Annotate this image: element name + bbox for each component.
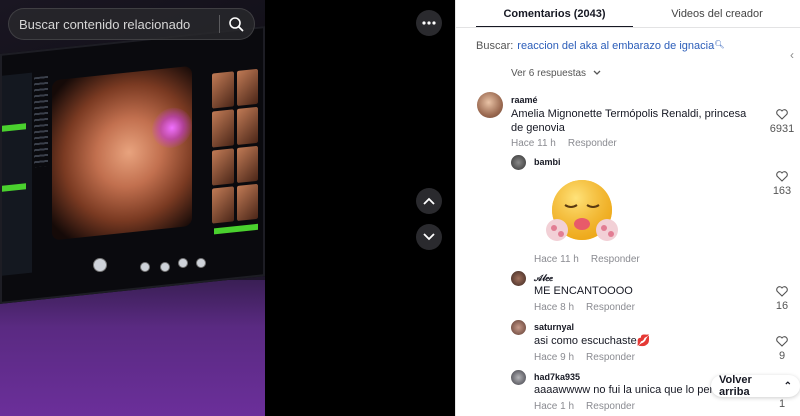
comment-text: ME ENCANTOOOO [534, 285, 633, 297]
like-button[interactable]: 6931 [767, 109, 797, 135]
comment-username[interactable]: saturnyal [534, 322, 574, 332]
reply-button[interactable]: Responder [586, 352, 635, 363]
reply-button[interactable]: Responder [586, 401, 635, 412]
reply-button[interactable]: Responder [568, 138, 617, 149]
chevron-left-icon[interactable]: ‹ [790, 48, 794, 62]
chevron-down-icon [593, 70, 601, 76]
tab-comments[interactable]: Comentarios (2043) [476, 0, 633, 28]
search-suggestion-prefix: Buscar: [476, 40, 514, 52]
more-options-button[interactable] [416, 10, 442, 36]
heart-icon [776, 336, 788, 347]
chevron-down-icon [423, 233, 435, 241]
comments-panel: Comentarios (2043) Videos del creador Bu… [455, 0, 800, 416]
tab-creator-videos[interactable]: Videos del creador [633, 0, 800, 28]
comment-text: aaaawwww no fui la unica que lo pen [534, 384, 716, 396]
avatar[interactable] [511, 155, 526, 170]
search-icon[interactable] [228, 16, 244, 32]
arrow-up-icon: ⌃ [783, 380, 792, 392]
like-count: 9 [778, 350, 786, 362]
comment-time: Hace 11 h [534, 254, 579, 265]
like-button[interactable]: 163 [767, 171, 797, 197]
comment-username[interactable]: 𝒜𝓁𝑒𝑒 [534, 273, 553, 284]
comment-username[interactable]: bambi [534, 157, 561, 167]
video-area: Buscar contenido relacionado [0, 0, 455, 416]
like-count: 163 [772, 185, 792, 197]
like-count: 1 [778, 398, 786, 410]
avatar[interactable] [511, 320, 526, 335]
comment-meta: Hace 11 h Responder [534, 254, 640, 265]
more-horizontal-icon [422, 21, 436, 25]
reply-button[interactable]: Responder [586, 302, 635, 313]
search-suggestion-query[interactable]: reaccion del aka al embarazo de ignacia [517, 40, 714, 52]
reply-button[interactable]: Responder [591, 254, 640, 265]
previous-video-button[interactable] [416, 188, 442, 214]
back-to-top-label: Volver arriba [719, 374, 752, 398]
related-search-placeholder: Buscar contenido relacionado [19, 16, 191, 32]
view-replies-label: Ver 6 respuestas [511, 68, 587, 79]
search-suggestion[interactable]: Buscar: reaccion del aka al embarazo de i… [476, 40, 724, 52]
panel-tabs: Comentarios (2043) Videos del creador [456, 0, 800, 28]
like-count: 16 [775, 300, 789, 312]
heart-icon [776, 286, 788, 297]
next-video-button[interactable] [416, 224, 442, 250]
comment-username[interactable]: raamé [511, 95, 538, 105]
comment-time: Hace 8 h [534, 302, 575, 313]
comment-time: Hace 9 h [534, 352, 575, 363]
crying-emoji-sticker [546, 180, 618, 241]
like-button[interactable]: 16 [767, 286, 797, 312]
comment-username[interactable]: had7ka935 [534, 372, 580, 382]
avatar[interactable] [511, 370, 526, 385]
comment-text: asi como escuchaste💋 [534, 335, 651, 347]
like-count: 6931 [769, 123, 795, 135]
heart-icon [776, 171, 788, 182]
ultrasound-3d-image [52, 65, 192, 241]
comment-text: Amelia Mignonette Termópolis Renaldi, pr… [511, 108, 747, 134]
comment-meta: Hace 11 h Responder [511, 138, 617, 149]
search-small-icon: 🔍︎ [714, 40, 725, 49]
comment-meta: Hace 9 h Responder [534, 352, 635, 363]
video-player[interactable] [0, 0, 265, 416]
back-to-top-button[interactable]: Volver arriba ⌃ [711, 374, 800, 398]
like-button[interactable]: 9 [767, 336, 797, 362]
ultrasound-monitor-image [0, 26, 265, 304]
avatar[interactable] [477, 92, 503, 118]
chevron-up-icon [423, 197, 435, 205]
heart-icon [776, 109, 788, 120]
avatar[interactable] [511, 271, 526, 286]
comment-time: Hace 1 h [534, 401, 575, 412]
comment-meta: Hace 1 h Responder [534, 401, 635, 412]
related-search-input[interactable]: Buscar contenido relacionado [8, 8, 255, 40]
video-floor [0, 280, 265, 416]
view-replies-toggle[interactable]: Ver 6 respuestas [511, 68, 601, 79]
app-root: Buscar contenido relacionado Comentarios… [0, 0, 800, 416]
comment-meta: Hace 8 h Responder [534, 302, 635, 313]
comment-time: Hace 11 h [511, 138, 556, 149]
